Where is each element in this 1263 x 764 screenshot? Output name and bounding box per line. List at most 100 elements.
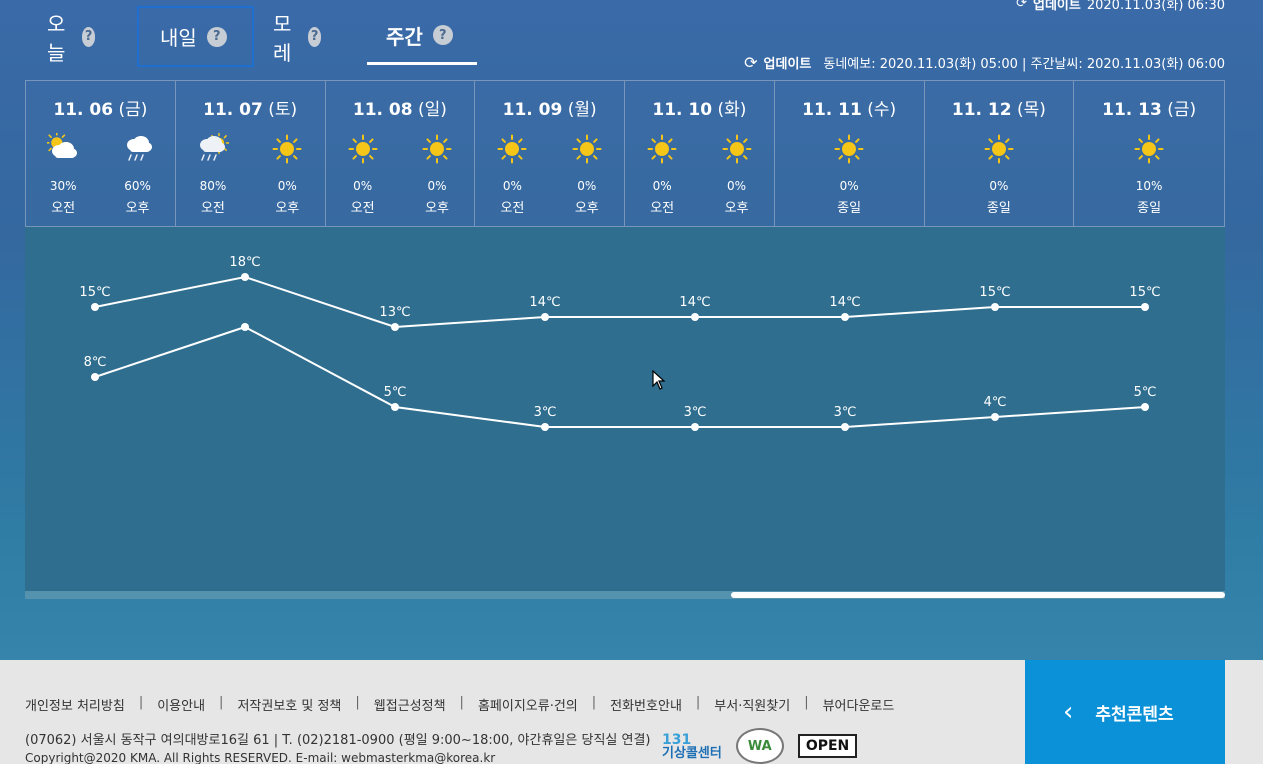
slot-label: 오전 bbox=[200, 201, 225, 216]
day-card: 11. 13 (금) 10% 종일 bbox=[1074, 81, 1224, 226]
slot-label: 오후 bbox=[574, 201, 599, 216]
recommend-contents-button[interactable]: ‹ 추천콘텐츠 bbox=[1025, 660, 1225, 764]
precip-prob: 0% bbox=[989, 179, 1009, 193]
help-icon[interactable]: ? bbox=[81, 26, 96, 47]
temp-point bbox=[841, 423, 849, 431]
sun-icon bbox=[482, 133, 542, 165]
sun-icon bbox=[1119, 133, 1179, 165]
weekday-text: (금) bbox=[118, 100, 148, 120]
web-accessibility-logo[interactable]: WA bbox=[735, 728, 784, 764]
call-center-logo[interactable]: 131 기상콜센터 bbox=[662, 733, 722, 760]
sun-icon bbox=[257, 133, 317, 165]
day-date: 11. 12 (목) bbox=[925, 95, 1074, 120]
logo-open-text: OPEN bbox=[805, 738, 850, 754]
sun-icon bbox=[632, 133, 692, 165]
temp-label: 18℃ bbox=[229, 255, 260, 270]
footer-link[interactable]: 개인정보 처리방침 bbox=[25, 695, 125, 714]
footer-link[interactable]: 웹접근성정책 bbox=[374, 695, 446, 714]
tab-tomorrow[interactable]: 내일 ? bbox=[137, 6, 254, 67]
temp-point bbox=[991, 303, 999, 311]
tab-today[interactable]: 오늘 ? bbox=[47, 8, 96, 65]
day-slots: 0% 오전 0% 오후 bbox=[625, 133, 774, 216]
temp-label: 13℃ bbox=[379, 305, 410, 320]
temp-point bbox=[691, 423, 699, 431]
date-text: 11. 10 bbox=[652, 100, 713, 120]
date-text: 11. 09 bbox=[502, 100, 563, 120]
precip-prob: 0% bbox=[427, 179, 447, 193]
day-date: 11. 08 (일) bbox=[326, 95, 475, 120]
logo-131-number: 131 bbox=[662, 731, 692, 748]
temperature-chart: 15℃ 18℃ 13℃ 14℃ 14℃ 14℃ 15℃ 15℃ 8℃ 5℃ 3℃ 3℃ 3℃ 4℃ 5℃ bbox=[79, 255, 1161, 431]
date-text: 11. 11 bbox=[802, 100, 862, 120]
footer-logos: 131 기상콜센터 WA OPEN bbox=[662, 728, 858, 764]
tab-weekly[interactable]: 주간 ? bbox=[367, 8, 477, 65]
link-separator: | bbox=[219, 695, 224, 710]
temp-label: 15℃ bbox=[79, 285, 110, 300]
forecast-slot: 30% 오전 bbox=[33, 133, 93, 216]
forecast-slot: 0% 오후 bbox=[407, 133, 467, 216]
temp-label: 14℃ bbox=[829, 295, 860, 310]
temp-label: 15℃ bbox=[1129, 285, 1160, 300]
link-separator: | bbox=[355, 695, 360, 710]
forecast-slot: 0% 오전 bbox=[632, 133, 692, 216]
forecast-slot: 10% 종일 bbox=[1119, 133, 1179, 216]
footer-link[interactable]: 이용안내 bbox=[157, 695, 205, 714]
update-times: 동네예보: 2020.11.03(화) 05:00 | 주간날씨: 2020.1… bbox=[823, 57, 1225, 72]
precip-prob: 80% bbox=[199, 179, 227, 193]
sun-icon bbox=[707, 133, 767, 165]
footer-address: (07062) 서울시 동작구 여의대방로16길 61 | T. (02)218… bbox=[25, 733, 651, 748]
day-card: 11. 08 (일) 0% 오전 0% 오후 bbox=[326, 81, 476, 226]
day-date: 11. 11 (수) bbox=[775, 95, 924, 120]
date-text: 11. 12 bbox=[951, 100, 1012, 120]
day-date: 11. 07 (토) bbox=[176, 95, 325, 120]
tab-weekly-label: 주간 bbox=[386, 24, 423, 49]
forecast-slot: 0% 종일 bbox=[819, 133, 879, 216]
footer-link[interactable]: 홈페이지오류·건의 bbox=[478, 695, 578, 714]
help-icon[interactable]: ? bbox=[432, 25, 453, 45]
mouse-cursor-icon bbox=[652, 370, 666, 390]
precip-prob: 0% bbox=[727, 179, 747, 193]
forecast-slot: 0% 오후 bbox=[557, 133, 617, 216]
weekday-text: (금) bbox=[1167, 100, 1197, 120]
day-slots: 0% 종일 bbox=[775, 133, 924, 216]
footer-link[interactable]: 저작권보호 및 정책 bbox=[237, 695, 341, 714]
sun-icon bbox=[333, 133, 393, 165]
precip-prob: 0% bbox=[502, 179, 522, 193]
day-card: 11. 10 (화) 0% 오전 0% 오후 bbox=[625, 81, 775, 226]
top-update-info: ⟳ 업데이트 2020.11.03(화) 06:30 bbox=[1016, 0, 1225, 13]
forecast-slot: 0% 오전 bbox=[333, 133, 393, 216]
temp-point bbox=[991, 413, 999, 421]
scrollbar-thumb[interactable] bbox=[731, 592, 1225, 598]
temp-point bbox=[241, 273, 249, 281]
day-card: 11. 09 (월) 0% 오전 0% 오후 bbox=[475, 81, 625, 226]
rain-icon bbox=[108, 133, 168, 165]
open-license-logo[interactable]: OPEN bbox=[797, 734, 858, 758]
footer-link[interactable]: 부서·직원찾기 bbox=[714, 695, 790, 714]
help-icon[interactable]: ? bbox=[206, 26, 227, 47]
footer-link[interactable]: 전화번호안내 bbox=[610, 695, 682, 714]
day-date: 11. 09 (월) bbox=[475, 95, 624, 120]
date-text: 11. 07 bbox=[203, 100, 263, 120]
precip-prob: 30% bbox=[49, 179, 77, 193]
tab-day-after[interactable]: 모레 ? bbox=[273, 8, 322, 65]
day-date: 11. 13 (금) bbox=[1074, 95, 1224, 120]
temp-point bbox=[541, 313, 549, 321]
help-icon[interactable]: ? bbox=[307, 26, 322, 47]
weekday-text: (화) bbox=[717, 100, 747, 120]
slot-label: 종일 bbox=[1137, 201, 1162, 216]
temp-point bbox=[841, 313, 849, 321]
day-slots: 10% 종일 bbox=[1074, 133, 1224, 216]
day-slots: 0% 오전 0% 오후 bbox=[475, 133, 624, 216]
refresh-icon[interactable]: ⟳ bbox=[1016, 0, 1027, 11]
temp-point bbox=[391, 323, 399, 331]
temp-label: 15℃ bbox=[979, 285, 1010, 300]
footer-link[interactable]: 뷰어다운로드 bbox=[823, 695, 895, 714]
precip-prob: 10% bbox=[1135, 179, 1163, 193]
slot-label: 오전 bbox=[650, 201, 675, 216]
refresh-icon[interactable]: ⟳ bbox=[744, 53, 757, 72]
day-slots: 30% 오전 60% 오후 bbox=[26, 133, 175, 216]
date-text: 11. 13 bbox=[1102, 100, 1162, 120]
forecast-slot: 0% 오후 bbox=[707, 133, 767, 216]
precip-prob: 0% bbox=[839, 179, 859, 193]
partly-cloudy-icon bbox=[33, 133, 93, 165]
